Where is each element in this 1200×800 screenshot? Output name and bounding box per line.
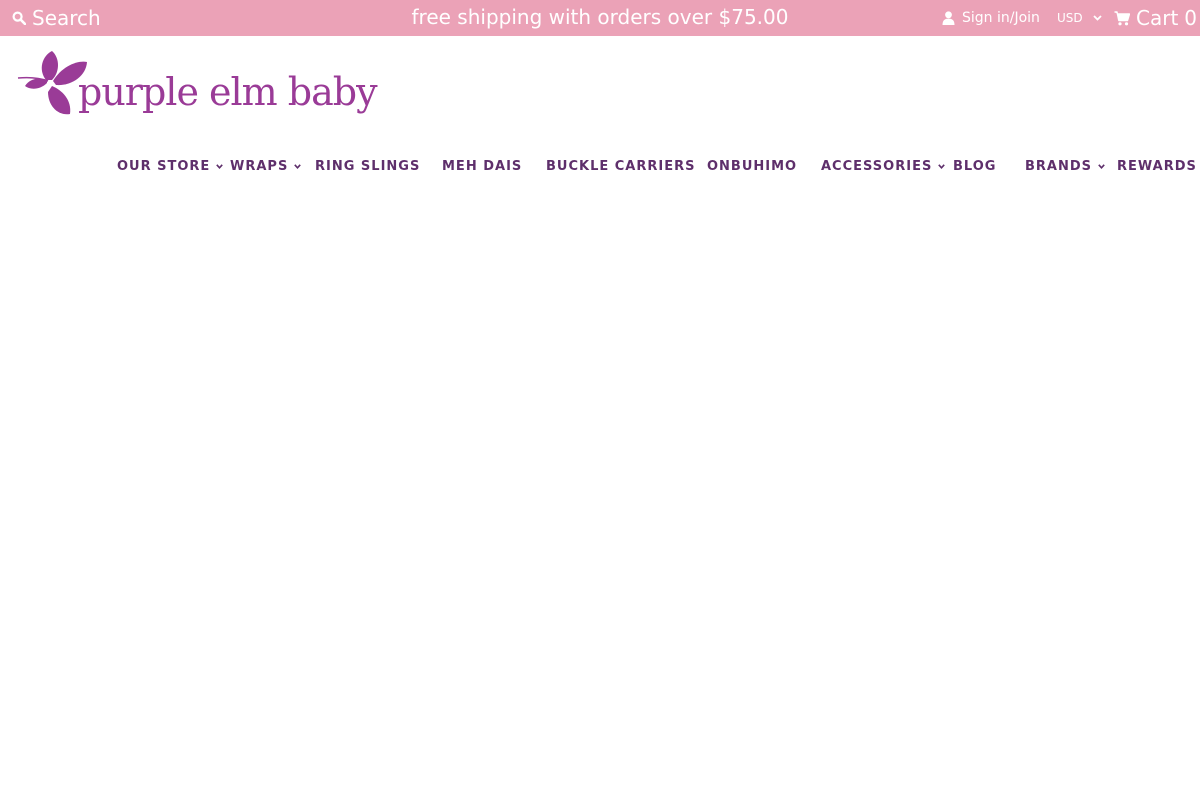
nav-label: MEH DAIS bbox=[442, 158, 523, 174]
chevron-down-icon bbox=[294, 163, 302, 169]
search-link[interactable]: Search bbox=[12, 0, 101, 36]
nav-onbuhimo[interactable]: ONBUHIMO bbox=[707, 148, 797, 184]
nav-ring-slings[interactable]: RING SLINGS bbox=[315, 148, 420, 184]
nav-blog[interactable]: BLOG bbox=[953, 148, 996, 184]
nav-our-store[interactable]: OUR STORE bbox=[117, 148, 224, 184]
nav-label: ONBUHIMO bbox=[707, 158, 798, 174]
nav-wraps[interactable]: WRAPS bbox=[230, 148, 302, 184]
cart-count: 0 bbox=[1184, 6, 1198, 30]
chevron-down-icon bbox=[938, 163, 946, 169]
announcement-bar: Search free shipping with orders over $7… bbox=[0, 0, 1200, 36]
nav-rewards[interactable]: REWARDS bbox=[1117, 148, 1197, 184]
chevron-down-icon bbox=[1093, 15, 1102, 21]
nav-label: WRAPS bbox=[230, 158, 289, 174]
sign-in-link[interactable]: Sign in/Join bbox=[942, 0, 1040, 36]
chevron-down-icon bbox=[216, 163, 224, 169]
sign-in-label: Sign in/Join bbox=[962, 10, 1040, 26]
logo-wordmark: purple elm baby bbox=[78, 70, 378, 114]
nav-label: BUCKLE CARRIERS bbox=[546, 158, 696, 174]
nav-label: OUR STORE bbox=[117, 158, 211, 174]
nav-buckle-carriers[interactable]: BUCKLE CARRIERS bbox=[546, 148, 695, 184]
nav-label: RING SLINGS bbox=[315, 158, 421, 174]
main-nav: OUR STORE WRAPS RING SLINGS MEH DAIS BUC… bbox=[0, 148, 1200, 184]
search-icon bbox=[12, 11, 26, 25]
nav-meh-dais[interactable]: MEH DAIS bbox=[442, 148, 522, 184]
nav-accessories[interactable]: ACCESSORIES bbox=[821, 148, 946, 184]
cart-label: Cart bbox=[1136, 6, 1179, 30]
nav-brands[interactable]: BRANDS bbox=[1025, 148, 1105, 184]
currency-value: USD bbox=[1057, 11, 1083, 25]
chevron-down-icon bbox=[1098, 163, 1105, 169]
site-logo[interactable]: purple elm baby bbox=[16, 50, 378, 120]
nav-label: BRANDS bbox=[1025, 158, 1093, 174]
currency-select[interactable]: USD bbox=[1057, 0, 1102, 36]
cart-link[interactable]: Cart 0 bbox=[1114, 0, 1197, 36]
nav-label: REWARDS bbox=[1117, 158, 1197, 174]
nav-label: ACCESSORIES bbox=[821, 158, 933, 174]
search-label: Search bbox=[32, 6, 101, 30]
cart-icon bbox=[1114, 10, 1130, 25]
user-icon bbox=[942, 11, 955, 25]
nav-label: BLOG bbox=[953, 158, 997, 174]
